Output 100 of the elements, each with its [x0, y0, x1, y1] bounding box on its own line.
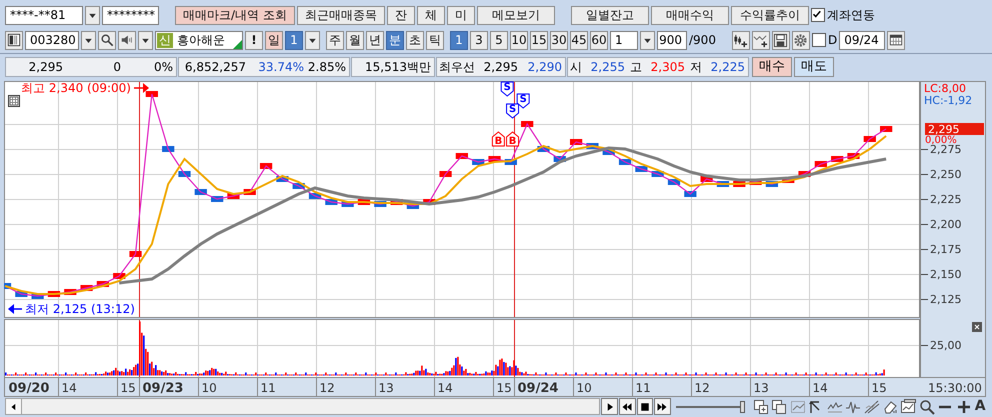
add-line-button[interactable] — [752, 30, 770, 50]
high-price-label: 최고 2,340 (09:00) — [21, 81, 131, 95]
scrollbar[interactable] — [5, 398, 600, 415]
pointer-arrow — [8, 304, 22, 314]
quote-value: 33.74% — [257, 59, 305, 76]
scroll-left-button[interactable] — [6, 399, 22, 414]
time-label: 09/24 — [518, 381, 558, 396]
buy-button[interactable]: 매수 — [752, 57, 792, 77]
play-button[interactable] — [601, 398, 618, 415]
font-button[interactable]: A — [973, 398, 987, 415]
line-plus-icon — [753, 32, 768, 48]
quote-value: 0 — [112, 59, 122, 76]
rewind-button[interactable] — [618, 398, 636, 415]
overlay-window-icon[interactable] — [753, 398, 769, 414]
quote-value: 2,295 — [482, 59, 519, 76]
rewind-icon — [621, 400, 634, 412]
toolbar-button[interactable]: 메모보기 — [476, 6, 555, 24]
search-button[interactable] — [98, 30, 116, 50]
save-icon — [773, 32, 788, 48]
zoom-icon[interactable] — [918, 398, 935, 414]
slider-thumb[interactable] — [740, 401, 745, 413]
chart-window-icon[interactable] — [900, 398, 916, 414]
quote-value: 저 — [689, 59, 702, 76]
quote-value: 고 — [629, 59, 642, 76]
dropdown-button[interactable] — [305, 30, 320, 50]
toolbar-button[interactable]: 최근매매종목 — [296, 6, 385, 24]
dropdown-button[interactable] — [138, 30, 153, 50]
dotted-chart-icon[interactable] — [790, 398, 806, 414]
toolbar-button[interactable]: 일별잔고 — [570, 6, 649, 24]
bar-count-field[interactable]: 900 — [657, 30, 687, 50]
toolbar-button[interactable]: 잔 — [386, 6, 415, 24]
interval-button[interactable]: 10 — [510, 30, 528, 50]
table-icon — [8, 95, 20, 107]
period-button[interactable]: 분 — [386, 30, 404, 50]
axis-label: 2,225 — [930, 193, 962, 206]
trend-line-icon[interactable] — [864, 398, 880, 414]
period-button[interactable]: 주 — [326, 30, 344, 50]
interval-button[interactable]: 60 — [590, 30, 608, 50]
lc-value: LC:8,00 — [924, 82, 966, 95]
quote-value: 2,225 — [710, 59, 746, 76]
hc-value: HC:-1,92 — [924, 94, 972, 107]
day-button[interactable]: 일 — [265, 30, 283, 50]
time-label: 12 — [694, 381, 710, 395]
account-field[interactable]: ****-**81 — [5, 6, 83, 24]
time-label: 10 — [576, 381, 592, 395]
search-icon — [100, 33, 114, 47]
alert-button[interactable]: ! — [245, 30, 263, 50]
interval-button[interactable]: 30 — [550, 30, 568, 50]
sound-button[interactable] — [118, 30, 136, 50]
interval-button[interactable]: 45 — [570, 30, 588, 50]
save-button[interactable] — [772, 30, 790, 50]
axis-label: 2,150 — [930, 268, 962, 281]
last-price-tag: 2,295 — [925, 123, 984, 136]
sell-button[interactable]: 매도 — [794, 57, 834, 77]
change-value: 0,00% — [925, 135, 957, 146]
interval-button[interactable]: 3 — [470, 30, 488, 50]
axis-label: 2,175 — [930, 243, 962, 256]
period-button[interactable]: 년 — [366, 30, 384, 50]
password-field[interactable]: ******** — [102, 6, 159, 24]
stock-name-field[interactable]: 신 흥아해운 — [155, 30, 243, 50]
zoom-in-icon[interactable] — [956, 398, 972, 414]
axis-label: 2,125 — [930, 293, 962, 306]
toolbar-button[interactable]: 수익률추이 — [730, 6, 809, 24]
stock-code-field[interactable]: 003280 — [25, 30, 79, 50]
interval-combo[interactable]: 1 — [610, 30, 638, 50]
speaker-icon — [120, 33, 134, 47]
time-label: 14 — [812, 381, 828, 395]
axis-label: 2,275 — [930, 143, 962, 156]
toolbar-button[interactable]: 매매마크/내역 조회 — [175, 6, 295, 24]
dropdown-button[interactable] — [85, 6, 100, 24]
toolbar-button[interactable]: 체 — [416, 6, 445, 24]
candle-plus-icon — [733, 32, 748, 48]
day-count-field[interactable]: 1 — [285, 30, 303, 50]
panel-toggle-button[interactable] — [5, 30, 23, 50]
period-button[interactable]: 틱 — [426, 30, 444, 50]
quote-value: 2,290 — [526, 59, 563, 76]
cascade-window-icon[interactable] — [771, 398, 788, 414]
calendar-button[interactable] — [887, 30, 906, 50]
checkbox[interactable] — [812, 33, 826, 47]
interval-button[interactable]: 15 — [530, 30, 548, 50]
eraser-icon[interactable] — [882, 398, 898, 414]
period-button[interactable]: 초 — [406, 30, 424, 50]
period-button[interactable]: 월 — [346, 30, 364, 50]
stop-button[interactable] — [636, 398, 654, 415]
toolbar-button[interactable]: 미 — [446, 6, 475, 24]
time-label: 11 — [260, 381, 276, 395]
add-indicator-button[interactable] — [732, 30, 750, 50]
toolbar-button[interactable]: 매매수익 — [650, 6, 729, 24]
dropdown-button[interactable] — [81, 30, 96, 50]
settings-button[interactable] — [792, 30, 810, 50]
fast-forward-button[interactable] — [654, 398, 671, 415]
checkbox[interactable] — [810, 8, 825, 22]
quote-value: 2,305 — [650, 59, 686, 76]
stop-icon — [638, 400, 651, 412]
checkbox-label: 계좌연동 — [826, 7, 875, 24]
date-field[interactable]: 09/24 — [839, 30, 886, 50]
interval-button[interactable]: 5 — [490, 30, 508, 50]
interval-button[interactable]: 1 — [450, 30, 468, 50]
dropdown-button[interactable] — [640, 30, 655, 50]
speed-slider[interactable] — [676, 398, 744, 415]
